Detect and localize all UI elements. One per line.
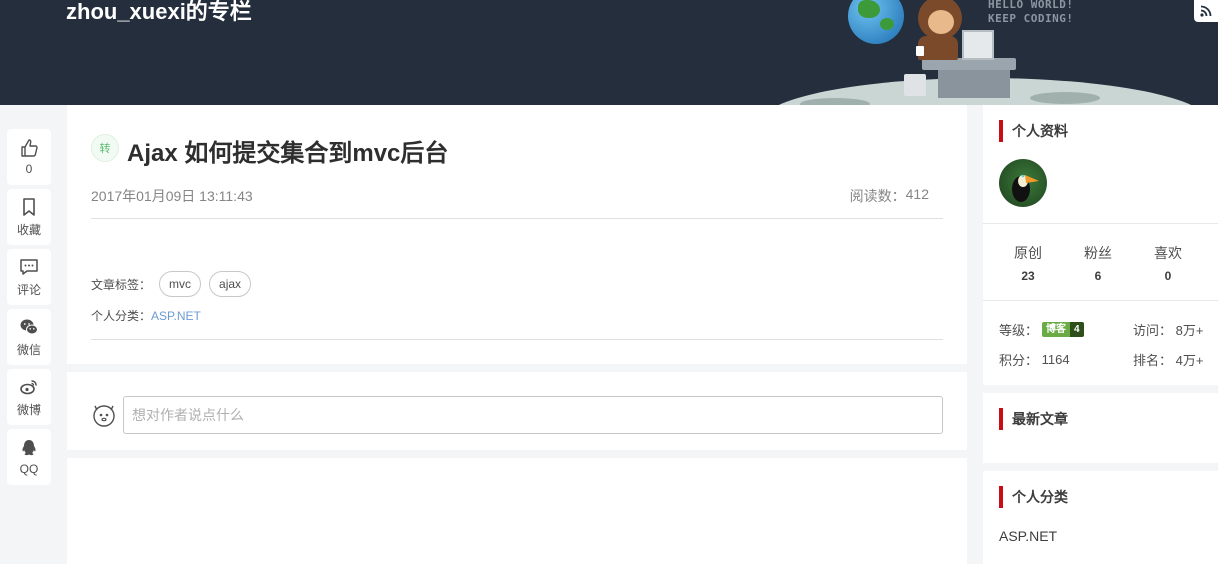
points-label: 积分：: [999, 353, 1039, 368]
read-count-value: 412: [905, 186, 929, 202]
favorite-label: 收藏: [16, 222, 41, 237]
visits-row: 访问： 8万+: [1133, 320, 1203, 339]
latest-heading: 最新文章: [999, 408, 1068, 430]
earth-land: [858, 0, 880, 18]
profile-heading: 个人资料: [999, 120, 1068, 142]
comment-label: 评论: [16, 282, 41, 297]
visits-label: 访问：: [1133, 323, 1173, 338]
latest-heading-text: 最新文章: [1012, 411, 1068, 427]
comment-icon: [20, 258, 38, 275]
rss-icon: [1200, 5, 1212, 17]
banner-slogan-line: KEEP CODING!: [988, 12, 1074, 25]
article-date: 2017年01月09日 13:11:43: [91, 188, 253, 204]
level-badge-number: 4: [1070, 322, 1084, 337]
stat-fans[interactable]: 粉丝 6: [1068, 243, 1128, 283]
points-row: 积分： 1164: [999, 350, 1070, 369]
stat-value: 6: [1094, 269, 1102, 283]
qq-icon: [22, 440, 36, 456]
user-avatar-icon: [93, 405, 115, 427]
divider: [91, 218, 943, 219]
wechat-icon: [20, 319, 38, 334]
read-count: 阅读数： 412: [850, 186, 929, 206]
author-avatar[interactable]: [999, 159, 1047, 207]
banner-slogan-line: HELLO WORLD!: [988, 0, 1074, 11]
header-banner: zhou_xuexi的专栏 HELLO WORLD! KEEP CODING!: [0, 0, 1218, 105]
earth-land: [880, 18, 894, 30]
weibo-share-button[interactable]: 微博: [7, 369, 51, 425]
qq-share-button[interactable]: QQ: [7, 429, 51, 485]
qq-label: QQ: [19, 462, 39, 476]
repost-badge: 转: [91, 134, 119, 162]
profile-panel: 个人资料 原创 23 粉丝 6 喜欢 0 等级： 博客 4 访问： 8万+ 积分：…: [983, 105, 1218, 385]
latest-articles-panel: 最新文章: [983, 393, 1218, 463]
heading-accent-bar: [999, 120, 1003, 142]
level-label: 等级：: [999, 323, 1039, 338]
profile-heading-text: 个人资料: [1012, 123, 1068, 139]
weibo-icon: [20, 379, 37, 394]
divider: [983, 223, 1218, 224]
stat-label: 原创: [1014, 245, 1042, 261]
comment-card: [67, 372, 967, 450]
rank-value: 4万+: [1175, 353, 1204, 368]
heading-accent-bar: [999, 486, 1003, 508]
stat-value: 23: [1021, 269, 1035, 283]
divider: [91, 339, 943, 340]
level-badge[interactable]: 博客 4: [1042, 322, 1084, 337]
like-button[interactable]: 0: [7, 129, 51, 185]
rank-row: 排名： 4万+: [1133, 350, 1203, 369]
desk-base: [938, 70, 1010, 98]
favorite-button[interactable]: 收藏: [7, 189, 51, 245]
categories-heading: 个人分类: [999, 486, 1068, 508]
related-articles-card: [67, 458, 967, 564]
toucan-avatar-icon: [1012, 174, 1039, 202]
points-value: 1164: [1041, 352, 1070, 367]
monkey-face: [928, 10, 954, 34]
article-category: 个人分类：ASP.NET: [91, 307, 201, 324]
stat-label: 粉丝: [1084, 245, 1112, 261]
rss-button[interactable]: [1194, 0, 1218, 22]
coffee-cup-illustration: [916, 46, 924, 56]
category-item[interactable]: ASP.NET: [999, 528, 1057, 544]
banner-slogan: HELLO WORLD! KEEP CODING!: [988, 0, 1073, 26]
heading-accent-bar: [999, 408, 1003, 430]
comment-button[interactable]: 评论: [7, 249, 51, 305]
rank-label: 排名：: [1133, 353, 1173, 368]
article-tags: 文章标签： mvc ajax: [91, 271, 252, 297]
wechat-label: 微信: [16, 342, 41, 357]
stat-label: 喜欢: [1154, 245, 1182, 261]
wechat-share-button[interactable]: 微信: [7, 309, 51, 365]
category-label: 个人分类：: [91, 309, 152, 323]
level-badge-text: 博客: [1042, 322, 1071, 337]
computer-monitor-illustration: [962, 30, 994, 60]
read-count-label: 阅读数：: [849, 188, 906, 204]
tag-ajax[interactable]: ajax: [209, 271, 252, 297]
weibo-label: 微博: [16, 402, 41, 417]
like-count: 0: [25, 162, 33, 176]
stat-likes[interactable]: 喜欢 0: [1138, 243, 1198, 283]
moon-crater: [800, 98, 870, 105]
stat-value: 0: [1164, 269, 1172, 283]
bookmark-icon: [23, 197, 35, 216]
category-link[interactable]: ASP.NET: [151, 309, 201, 323]
comment-input[interactable]: [123, 396, 943, 434]
article-card: 转 Ajax 如何提交集合到mvc后台 2017年01月09日 13:11:43…: [67, 105, 967, 364]
divider: [983, 300, 1218, 301]
article-title: Ajax 如何提交集合到mvc后台: [127, 140, 449, 167]
categories-panel: 个人分类 ASP.NET: [983, 471, 1218, 564]
visits-value: 8万+: [1175, 323, 1204, 338]
blog-title[interactable]: zhou_xuexi的专栏: [66, 0, 252, 26]
stat-original[interactable]: 原创 23: [998, 243, 1058, 283]
tags-label: 文章标签：: [91, 277, 152, 292]
moon-crater: [1030, 92, 1100, 104]
thumbs-up-icon: [21, 139, 38, 157]
categories-heading-text: 个人分类: [1012, 489, 1068, 505]
level-row: 等级： 博客 4: [999, 320, 1084, 339]
tag-mvc[interactable]: mvc: [159, 271, 202, 297]
trash-bin-illustration: [904, 74, 926, 96]
